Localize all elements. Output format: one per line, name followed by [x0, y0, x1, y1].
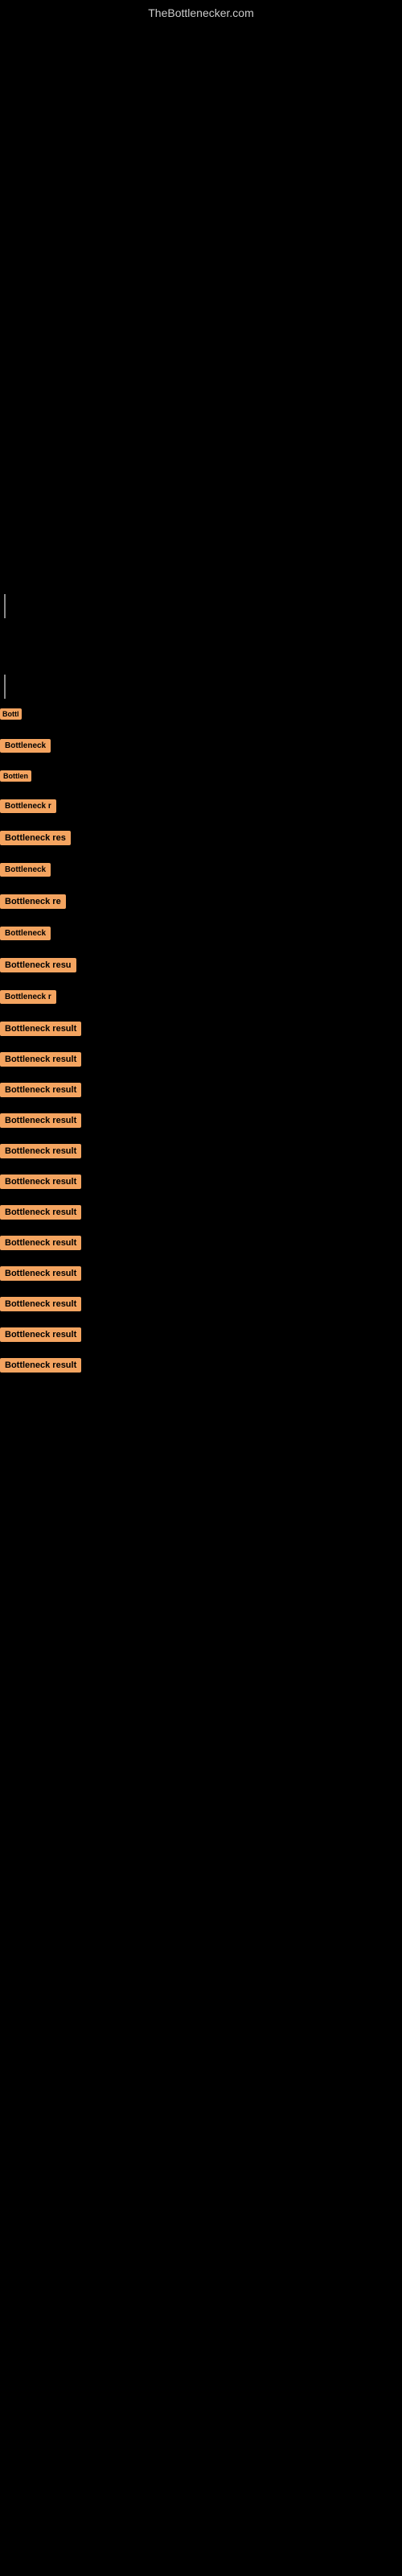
divider-line-2 — [4, 675, 6, 699]
bottleneck-badge: Bottleneck result — [0, 1327, 81, 1342]
bottleneck-badge: Bottleneck result — [0, 1205, 81, 1220]
list-item: Bottleneck result — [0, 1356, 402, 1374]
divider-line-1 — [4, 594, 6, 618]
list-item: Bottleneck re — [0, 893, 402, 910]
bottleneck-badge: Bottleneck — [0, 927, 51, 940]
list-item: Bottleneck result — [0, 1051, 402, 1068]
list-item: Bottleneck result — [0, 1020, 402, 1038]
bottleneck-badge: Bottleneck result — [0, 1297, 81, 1311]
bottleneck-badge: Bottleneck — [0, 863, 51, 877]
list-item: Bottleneck — [0, 737, 402, 754]
list-item: Bottl — [0, 707, 402, 721]
list-item: Bottleneck result — [0, 1112, 402, 1129]
bottleneck-badge: Bottleneck result — [0, 1236, 81, 1250]
bottleneck-badge: Bottleneck result — [0, 1113, 81, 1128]
bottleneck-badge: Bottleneck resu — [0, 958, 76, 972]
list-item: Bottleneck result — [0, 1295, 402, 1313]
list-item: Bottleneck r — [0, 989, 402, 1005]
list-item: Bottleneck result — [0, 1203, 402, 1221]
bottleneck-badge: Bottleneck result — [0, 1052, 81, 1067]
list-item: Bottleneck r — [0, 798, 402, 815]
bottleneck-badge: Bottleneck res — [0, 831, 71, 845]
bottleneck-badge: Bottleneck re — [0, 894, 66, 909]
list-item: Bottleneck result — [0, 1265, 402, 1282]
bottleneck-badge: Bottleneck r — [0, 990, 56, 1004]
list-item: Bottleneck res — [0, 829, 402, 847]
list-item: Bottleneck result — [0, 1173, 402, 1191]
list-item: Bottleneck result — [0, 1142, 402, 1160]
results-section: Bottl Bottleneck Bottlen Bottleneck r Bo… — [0, 707, 402, 1403]
bottleneck-badge: Bottleneck — [0, 739, 51, 753]
bottleneck-badge: Bottleneck r — [0, 799, 56, 813]
list-item: Bottleneck — [0, 861, 402, 878]
bottleneck-badge: Bottl — [0, 708, 22, 720]
bottleneck-badge: Bottleneck result — [0, 1144, 81, 1158]
list-item: Bottleneck result — [0, 1234, 402, 1252]
site-title: TheBottlenecker.com — [0, 0, 402, 23]
bottleneck-badge: Bottleneck result — [0, 1083, 81, 1097]
bottleneck-badge: Bottlen — [0, 770, 31, 782]
list-item: Bottlen — [0, 769, 402, 783]
main-container: TheBottlenecker.com Bottl Bottleneck Bot… — [0, 0, 402, 1403]
bottleneck-badge: Bottleneck result — [0, 1358, 81, 1373]
bottleneck-badge: Bottleneck result — [0, 1174, 81, 1189]
list-item: Bottleneck — [0, 925, 402, 942]
chart-area — [0, 23, 402, 586]
bottleneck-badge: Bottleneck result — [0, 1266, 81, 1281]
bottleneck-badge: Bottleneck result — [0, 1022, 81, 1036]
list-item: Bottleneck result — [0, 1081, 402, 1099]
list-item: Bottleneck result — [0, 1326, 402, 1344]
list-item: Bottleneck resu — [0, 956, 402, 974]
